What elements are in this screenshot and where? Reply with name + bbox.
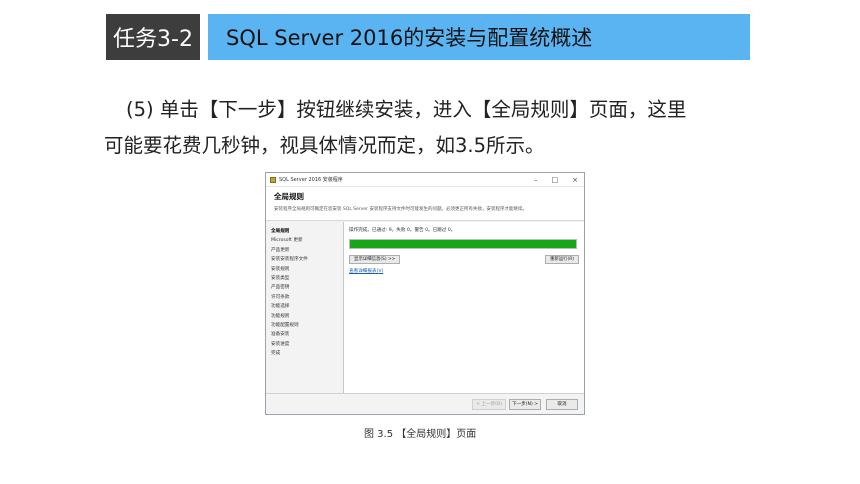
page-header: 全局规则 安装程序全局规则可确定在您安装 SQL Server 安装程序支持文件… xyxy=(266,187,584,221)
sidebar-step: 准备安装 xyxy=(271,332,290,338)
setup-app-icon xyxy=(270,176,276,183)
close-icon[interactable]: × xyxy=(572,176,578,184)
task-badge: 任务3-2 xyxy=(106,14,200,60)
page-description: 安装程序全局规则可确定在您安装 SQL Server 安装程序支持文件时可能发生… xyxy=(274,207,527,212)
sidebar-step: 产品密钥 xyxy=(271,285,290,291)
minimize-icon[interactable]: – xyxy=(534,176,538,184)
sidebar-step: 安装规则 xyxy=(271,266,290,272)
sidebar-step: 产品更新 xyxy=(271,247,290,253)
cancel-button[interactable]: 取消 xyxy=(546,399,578,410)
sidebar-step: 安装类型 xyxy=(271,275,290,281)
page-title: 全局规则 xyxy=(274,192,304,201)
sidebar-step: 安装进度 xyxy=(271,341,290,347)
status-text: 操作完成。已通过: 9。失败 0。警告 0。已跳过 0。 xyxy=(349,228,456,233)
window-title: SQL Server 2016 安装程序 xyxy=(279,177,343,183)
slide-title: SQL Server 2016的安装与配置统概述 xyxy=(208,14,750,60)
window-titlebar: SQL Server 2016 安装程序 – □ × xyxy=(266,173,584,187)
window-controls: – □ × xyxy=(534,173,578,187)
setup-window: SQL Server 2016 安装程序 – □ × 全局规则 安装程序全局规则… xyxy=(265,172,585,415)
paragraph-line-2: 可能要花费几秒钟，视具体情况而定，如3.5所示。 xyxy=(104,134,545,157)
progress-bar xyxy=(349,239,577,249)
paragraph-line-1: (5) 单击【下一步】按钮继续安装，进入【全局规则】页面，这里 xyxy=(126,98,687,121)
next-button[interactable]: 下一步(N) > xyxy=(509,399,541,410)
instruction-paragraph: (5) 单击【下一步】按钮继续安装，进入【全局规则】页面，这里 可能要花费几秒钟… xyxy=(104,92,754,164)
sidebar-step: 全局规则 xyxy=(271,229,290,234)
view-report-link[interactable]: 查看详细报表(V) xyxy=(349,268,579,274)
window-footer: < 上一步(B) 下一步(N) > 取消 xyxy=(266,393,584,414)
sidebar-step: 完成 xyxy=(271,351,281,357)
details-row: 显示详细信息(S) >> 重新运行(R) xyxy=(349,255,579,265)
main-panel: 操作完成。已通过: 9。失败 0。警告 0。已跳过 0。 显示详细信息(S) >… xyxy=(344,222,584,393)
rerun-button[interactable]: 重新运行(R) xyxy=(544,255,579,264)
sidebar-step: Microsoft 更新 xyxy=(271,238,303,244)
maximize-icon[interactable]: □ xyxy=(552,176,559,184)
sidebar-step: 功能配置规则 xyxy=(271,322,299,328)
figure-caption: 图 3.5 【全局规则】页面 xyxy=(364,429,477,440)
sidebar-step: 安装安装程序文件 xyxy=(271,257,308,263)
sidebar-step: 功能选择 xyxy=(271,304,290,310)
progress-fill xyxy=(350,240,576,248)
step-sidebar: 全局规则 Microsoft 更新 产品更新安装安装程序文件 安装规则安装类型产品密钥… xyxy=(266,222,344,393)
previous-button[interactable]: < 上一步(B) xyxy=(472,399,506,410)
window-body: 全局规则 Microsoft 更新 产品更新安装安装程序文件 安装规则安装类型产品密钥… xyxy=(266,222,584,393)
sidebar-step: 功能规则 xyxy=(271,313,290,319)
sidebar-step: 许可条款 xyxy=(271,294,290,300)
show-details-button[interactable]: 显示详细信息(S) >> xyxy=(349,255,401,264)
